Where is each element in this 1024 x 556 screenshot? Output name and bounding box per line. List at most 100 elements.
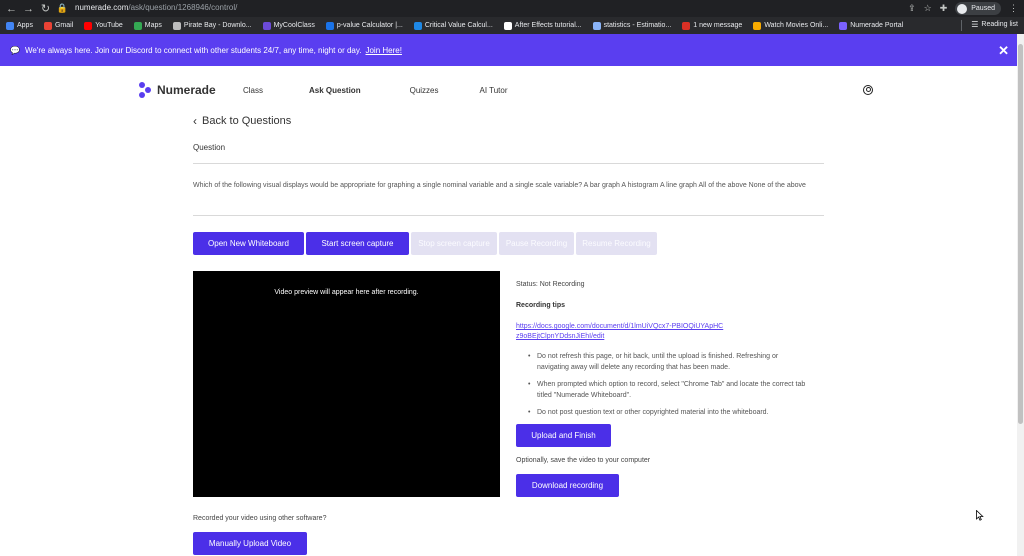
recording-tip: Do not refresh this page, or hit back, u… (528, 351, 808, 373)
start-capture-button[interactable]: Start screen capture (306, 232, 409, 255)
bookmark-label: Apps (17, 22, 33, 29)
divider (193, 215, 824, 216)
address-bar[interactable]: numerade.com/ask/question/1268946/contro… (75, 3, 237, 12)
user-account-icon[interactable] (863, 85, 873, 95)
logo-text: Numerade (157, 83, 216, 97)
bookmark-item[interactable]: Critical Value Calcul... (413, 21, 493, 30)
menu-icon[interactable]: ⋮ (1009, 3, 1018, 14)
recording-status: Status: Not Recording (516, 281, 585, 288)
reload-icon[interactable]: ↻ (37, 2, 54, 15)
lock-icon[interactable]: 🔒 (54, 3, 71, 14)
bookmark-favicon-icon (43, 21, 52, 30)
close-icon[interactable]: ✕ (998, 43, 1009, 59)
bookmark-item[interactable]: MyCoolClass (262, 21, 315, 30)
bookmark-label: Gmail (54, 22, 74, 29)
announcement-text: We're always here. Join our Discord to c… (24, 45, 362, 55)
bookmark-item[interactable]: Maps (133, 21, 162, 30)
nav-item[interactable]: Ask Question (309, 86, 361, 95)
open-whiteboard-button[interactable]: Open New Whiteboard (193, 232, 304, 255)
browser-toolbar: ← → ↻ 🔒 numerade.com/ask/question/126894… (0, 0, 1024, 17)
bookmark-item[interactable]: Pirate Bay - Downlo... (172, 21, 252, 30)
bookmark-item[interactable]: p-value Calculator |... (325, 21, 403, 30)
site-logo[interactable]: Numerade (139, 82, 216, 98)
bookmark-favicon-icon (6, 21, 14, 30)
question-text: Which of the following visual displays w… (193, 182, 806, 189)
video-preview: Video preview will appear here after rec… (193, 271, 500, 497)
bookmark-favicon-icon (503, 21, 512, 30)
join-discord-link[interactable]: Join Here! (365, 46, 401, 55)
bookmark-favicon-icon (592, 21, 601, 30)
divider (193, 163, 824, 164)
bookmark-label: Pirate Bay - Downlo... (183, 22, 252, 29)
question-heading: Question (193, 143, 226, 152)
bookmark-label: MyCoolClass (273, 22, 315, 29)
pause-recording-button[interactable]: Pause Recording (499, 232, 574, 255)
bookmark-label: p-value Calculator |... (336, 22, 403, 29)
main-nav: Class Ask Question Quizzes AI Tutor (243, 86, 508, 95)
paused-label: Paused (971, 5, 995, 12)
chat-bubble-icon: 💬 (10, 45, 20, 55)
bookmark-label: 1 new message (693, 22, 743, 29)
bookmark-label: Watch Movies Onli... (764, 22, 829, 29)
video-placeholder-text: Video preview will appear here after rec… (274, 289, 419, 296)
bookmark-item[interactable]: Apps (6, 21, 33, 30)
mouse-cursor-icon (976, 510, 984, 521)
bookmark-item[interactable]: YouTube (84, 21, 123, 30)
back-arrow-icon[interactable]: ← (3, 3, 20, 15)
bookmark-item[interactable]: 1 new message (682, 21, 743, 30)
numerade-logo-icon (139, 82, 153, 98)
bookmark-item[interactable]: Watch Movies Onli... (753, 21, 829, 30)
optional-save-text: Optionally, save the video to your compu… (516, 457, 651, 464)
bookmark-favicon-icon (172, 21, 181, 30)
url-path: /ask/question/1268946/control/ (128, 3, 238, 12)
bookmark-label: Numerade Portal (850, 22, 904, 29)
share-icon[interactable]: ⇪ (908, 3, 916, 14)
bookmark-label: Critical Value Calcul... (424, 22, 493, 29)
bookmark-item[interactable]: statistics - Estimatio... (592, 21, 672, 30)
bookmark-favicon-icon (682, 21, 691, 30)
avatar (957, 3, 968, 14)
other-software-text: Recorded your video using other software… (193, 515, 327, 522)
bookmark-favicon-icon (839, 21, 848, 30)
recording-tip: When prompted which option to record, se… (528, 379, 808, 401)
bookmarks-bar: Apps Gmail YouTube Maps Pirate Bay - Downlo.… (0, 17, 1024, 34)
upload-finish-button[interactable]: Upload and Finish (516, 424, 611, 447)
back-to-questions-link[interactable]: ‹ Back to Questions (193, 114, 291, 128)
recording-tip: Do not post question text or other copyr… (528, 407, 808, 418)
forward-arrow-icon[interactable]: → (20, 3, 37, 15)
bookmarks-divider (961, 20, 962, 31)
resume-recording-button[interactable]: Resume Recording (576, 232, 657, 255)
bookmark-label: YouTube (95, 22, 123, 29)
bookmark-item[interactable]: Gmail (43, 21, 74, 30)
star-icon[interactable]: ☆ (924, 3, 932, 14)
bookmark-label: After Effects tutorial... (514, 22, 582, 29)
nav-item[interactable]: AI Tutor (480, 86, 508, 95)
bookmark-favicon-icon (133, 21, 142, 30)
bookmark-favicon-icon (325, 21, 334, 30)
bookmark-label: Maps (144, 22, 162, 29)
bookmark-item[interactable]: Numerade Portal (839, 21, 904, 30)
download-recording-button[interactable]: Download recording (516, 474, 619, 497)
bookmark-label: statistics - Estimatio... (603, 22, 672, 29)
page-scrollbar[interactable] (1017, 34, 1024, 556)
url-host: numerade.com (75, 3, 129, 12)
profile-button[interactable]: Paused (955, 2, 1001, 15)
announcement-banner: 💬 We're always here. Join our Discord to… (0, 34, 1017, 66)
reading-list-button[interactable]: ☰ Reading list (971, 20, 1018, 29)
reading-list-icon: ☰ (971, 20, 979, 29)
recording-tips-list: Do not refresh this page, or hit back, u… (528, 351, 808, 424)
bookmark-favicon-icon (753, 21, 762, 30)
back-label: Back to Questions (202, 115, 292, 127)
recording-tips-heading: Recording tips (516, 302, 566, 309)
manual-upload-button[interactable]: Manually Upload Video (193, 532, 307, 555)
extensions-icon[interactable]: ✚ (940, 3, 948, 14)
bookmark-favicon-icon (413, 21, 422, 30)
bookmark-item[interactable]: After Effects tutorial... (503, 21, 582, 30)
bookmark-favicon-icon (262, 21, 271, 30)
scrollbar-thumb[interactable] (1018, 44, 1023, 424)
reading-list-label: Reading list (981, 21, 1018, 28)
stop-capture-button[interactable]: Stop screen capture (411, 232, 497, 255)
nav-item[interactable]: Quizzes (410, 86, 439, 95)
recording-tips-link[interactable]: https://docs.google.com/document/d/1lmUi… (516, 322, 726, 342)
nav-item[interactable]: Class (243, 86, 263, 95)
